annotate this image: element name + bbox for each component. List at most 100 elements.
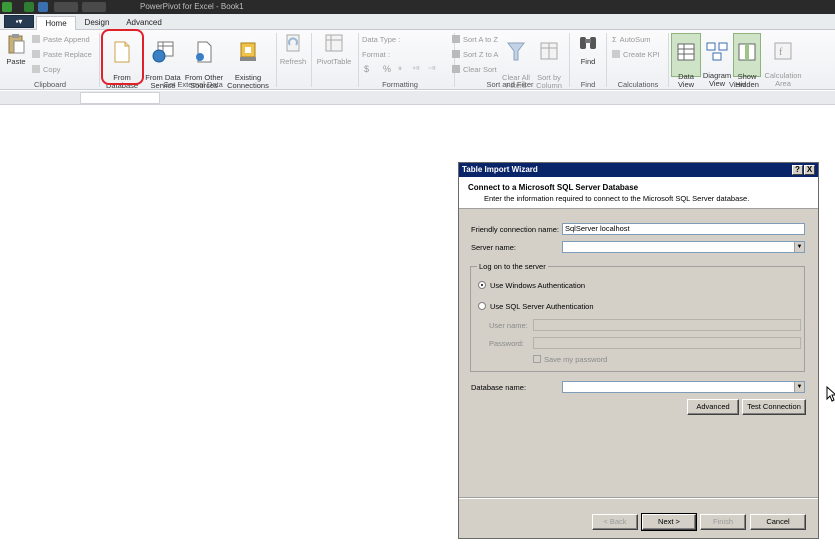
copy-button[interactable]: Copy [32,64,61,75]
group-label-calculations: Calculations [617,80,659,89]
group-divider [276,33,277,87]
close-button[interactable]: X [804,165,815,175]
mouse-cursor-icon [826,386,835,402]
data-view-button[interactable]: Data View [671,33,701,89]
comma-style-button[interactable]: ⁹ [398,64,402,75]
copy-icon [32,65,40,73]
database-name-combo[interactable]: ▼ [562,381,805,393]
group-divider [668,33,669,87]
undo-icon[interactable] [54,2,78,12]
username-label: User name: [489,321,528,330]
tab-design[interactable]: Design [78,16,116,30]
find-button[interactable]: Find [574,33,602,66]
friendly-name-input[interactable]: SqlServer localhost [562,223,805,235]
group-divider [606,33,607,87]
finish-button[interactable]: Finish [700,514,746,530]
refresh-button[interactable]: Refresh [278,33,308,66]
server-name-label: Server name: [471,243,517,252]
save-icon[interactable] [38,2,48,12]
decrease-decimal-button[interactable]: ⁻⁰ [428,64,435,75]
help-button[interactable]: ? [792,165,803,175]
sigma-icon: Σ [612,35,617,44]
existing-connections-icon [240,42,256,61]
next-button[interactable]: Next > [641,513,697,531]
windows-auth-radio[interactable] [478,281,486,289]
sql-auth-radio[interactable] [478,302,486,310]
password-label: Password: [489,339,525,348]
file-menu-button[interactable]: ▪▾ [4,15,34,28]
data-type-dropdown[interactable]: Data Type : [362,34,400,45]
group-label-view: View [728,80,746,89]
chevron-down-icon[interactable]: ▼ [794,382,804,392]
dialog-header: Connect to a Microsoft SQL Server Databa… [459,177,818,209]
autosum-button[interactable]: Σ AutoSum [612,34,651,45]
save-password-checkbox[interactable] [533,355,541,363]
data-view-icon [677,43,695,61]
filter-icon [507,42,525,61]
cancel-button[interactable]: Cancel [750,514,806,530]
window-title: PowerPivot for Excel - Book1 [140,2,244,11]
sort-a-to-z-button[interactable]: Sort A to Z [452,34,498,45]
calculation-area-icon: f [774,42,792,60]
calculation-area-button[interactable]: f Calculation Area [762,33,804,88]
highlight-annotation [101,29,144,85]
group-label-find: Find [580,80,596,89]
advanced-button[interactable]: Advanced [687,399,739,415]
format-dropdown[interactable]: Format : [362,49,390,60]
dialog-title-bar: Table Import Wizard ? X [459,163,818,177]
username-input[interactable] [533,319,801,331]
group-label-formatting: Formatting [382,80,418,89]
paste-icon [8,34,25,54]
sql-auth-label[interactable]: Use SQL Server Authentication [490,302,594,311]
dialog-heading: Connect to a Microsoft SQL Server Databa… [468,183,639,192]
paste-append-button[interactable]: Paste Append [32,34,90,45]
name-box[interactable] [80,92,160,104]
formula-bar [0,91,835,105]
table-import-wizard-dialog: Table Import Wizard ? X Connect to a Mic… [458,162,819,539]
password-input[interactable] [533,337,801,349]
tab-advanced[interactable]: Advanced [120,16,168,30]
windows-auth-label[interactable]: Use Windows Authentication [490,281,585,290]
sort-descending-icon [452,50,460,58]
excel-icon[interactable] [24,2,34,12]
data-service-icon [152,41,174,63]
friendly-name-label: Friendly connection name: [471,225,559,234]
dialog-subheading: Enter the information required to connec… [484,194,750,203]
group-divider [99,33,100,87]
other-sources-icon [196,41,212,63]
back-button[interactable]: < Back [592,514,638,530]
increase-decimal-button[interactable]: ⁺⁰ [412,64,419,75]
app-icon [2,2,12,12]
paste-replace-icon [32,50,40,58]
tab-home[interactable]: Home [36,16,76,30]
dialog-title: Table Import Wizard [462,165,538,174]
show-hidden-button[interactable]: Show Hidden [733,33,761,89]
server-name-combo[interactable]: ▼ [562,241,805,253]
paste-replace-button[interactable]: Paste Replace [32,49,92,60]
group-label-clipboard: Clipboard [33,80,67,89]
clear-sort-icon [452,65,460,73]
sort-ascending-icon [452,35,460,43]
test-connection-button[interactable]: Test Connection [742,399,806,415]
group-divider [358,33,359,87]
create-kpi-button[interactable]: Create KPI [612,49,660,60]
redo-icon[interactable] [82,2,106,12]
dialog-divider [459,497,818,498]
group-label-sort-and-filter: Sort and Filter [486,80,534,89]
save-password-label: Save my password [544,355,608,364]
kpi-icon [612,50,620,58]
binoculars-icon [580,37,596,49]
percent-button[interactable]: % [383,64,391,75]
refresh-icon [286,34,300,52]
chevron-down-icon[interactable]: ▼ [794,242,804,252]
title-bar: PowerPivot for Excel - Book1 [0,0,835,14]
logon-legend: Log on to the server [477,262,548,271]
currency-button[interactable]: $ [364,64,369,75]
ribbon-tabs: ▪▾ Home Design Advanced [0,14,835,30]
sort-z-to-a-button[interactable]: Sort Z to A [452,49,498,60]
clear-sort-button[interactable]: Clear Sort [452,64,497,75]
group-divider [311,33,312,87]
paste-button[interactable]: Paste [4,33,28,66]
diagram-view-icon [706,42,728,61]
pivottable-button[interactable]: PivotTable [314,33,354,66]
